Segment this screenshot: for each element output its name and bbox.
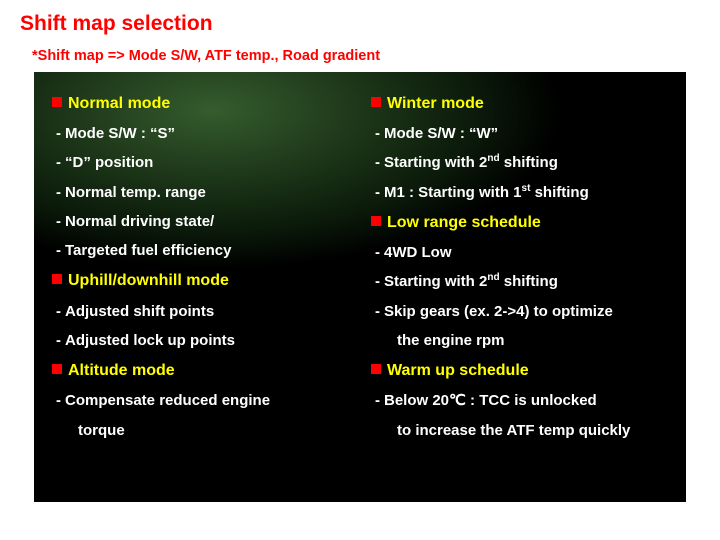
list-item: -Compensate reduced engine xyxy=(52,386,349,415)
item-text: Normal temp. range xyxy=(65,184,206,201)
list-item: -Starting with 2nd shifting xyxy=(371,267,668,296)
list-item: -Skip gears (ex. 2->4) to optimize xyxy=(371,297,668,326)
list-item: -Adjusted lock up points xyxy=(52,326,349,355)
list-item: -Adjusted shift points xyxy=(52,297,349,326)
item-text: Skip gears (ex. 2->4) to optimize xyxy=(384,303,613,320)
list-item: -Mode S/W : “W” xyxy=(371,119,668,148)
left-column: Normal mode -Mode S/W : “S” -“D” positio… xyxy=(52,88,349,484)
item-text: shifting xyxy=(500,154,558,171)
list-item: -Targeted fuel efficiency xyxy=(52,236,349,265)
item-text: Compensate reduced engine xyxy=(65,392,270,409)
list-item: -Normal temp. range xyxy=(52,178,349,207)
mode-heading-altitude: Altitude mode xyxy=(52,355,349,386)
list-item-continuation: the engine rpm xyxy=(371,326,668,355)
item-text: Below 20℃ : TCC is unlocked xyxy=(384,392,597,409)
list-item: -Below 20℃ : TCC is unlocked xyxy=(371,386,668,415)
ordinal-sup: nd xyxy=(487,272,499,283)
square-bullet-icon xyxy=(371,97,381,107)
list-item: -4WD Low xyxy=(371,238,668,267)
content-panel: Normal mode -Mode S/W : “S” -“D” positio… xyxy=(34,72,686,502)
mode-heading-warmup: Warm up schedule xyxy=(371,355,668,386)
item-text: torque xyxy=(78,422,125,439)
mode-heading-normal: Normal mode xyxy=(52,88,349,119)
item-text: Targeted fuel efficiency xyxy=(65,242,231,259)
list-item-continuation: torque xyxy=(52,416,349,445)
item-text: Starting with 2 xyxy=(384,154,487,171)
mode-heading-winter: Winter mode xyxy=(371,88,668,119)
list-item: -Normal driving state/ xyxy=(52,207,349,236)
ordinal-sup: nd xyxy=(487,153,499,164)
list-item: -Mode S/W : “S” xyxy=(52,119,349,148)
item-text: the engine rpm xyxy=(397,332,505,349)
item-text: Starting with 2 xyxy=(384,273,487,290)
mode-label: Normal mode xyxy=(68,95,170,112)
square-bullet-icon xyxy=(52,364,62,374)
mode-label: Warm up schedule xyxy=(387,362,529,379)
mode-label: Low range schedule xyxy=(387,214,541,231)
item-text: Adjusted shift points xyxy=(65,303,214,320)
square-bullet-icon xyxy=(52,97,62,107)
list-item-continuation: to increase the ATF temp quickly xyxy=(371,416,668,445)
page-subtitle: *Shift map => Mode S/W, ATF temp., Road … xyxy=(32,48,700,64)
mode-label: Uphill/downhill mode xyxy=(68,272,229,289)
item-text: M1 : Starting with 1 xyxy=(384,184,522,201)
square-bullet-icon xyxy=(371,216,381,226)
list-item: -M1 : Starting with 1st shifting xyxy=(371,178,668,207)
item-text: 4WD Low xyxy=(384,244,452,261)
square-bullet-icon xyxy=(52,274,62,284)
slide: Shift map selection *Shift map => Mode S… xyxy=(0,0,720,540)
item-text: Normal driving state/ xyxy=(65,213,214,230)
mode-label: Altitude mode xyxy=(68,362,175,379)
square-bullet-icon xyxy=(371,364,381,374)
mode-label: Winter mode xyxy=(387,95,484,112)
mode-heading-lowrange: Low range schedule xyxy=(371,207,668,238)
page-title: Shift map selection xyxy=(20,12,700,36)
item-text: Adjusted lock up points xyxy=(65,332,235,349)
mode-heading-uphill: Uphill/downhill mode xyxy=(52,265,349,296)
list-item: -“D” position xyxy=(52,148,349,177)
item-text: shifting xyxy=(530,184,588,201)
list-item: -Starting with 2nd shifting xyxy=(371,148,668,177)
item-text: Mode S/W : “S” xyxy=(65,125,175,142)
item-text: Mode S/W : “W” xyxy=(384,125,498,142)
right-column: Winter mode -Mode S/W : “W” -Starting wi… xyxy=(371,88,668,484)
item-text: shifting xyxy=(500,273,558,290)
item-text: to increase the ATF temp quickly xyxy=(397,422,630,439)
item-text: “D” position xyxy=(65,154,153,171)
